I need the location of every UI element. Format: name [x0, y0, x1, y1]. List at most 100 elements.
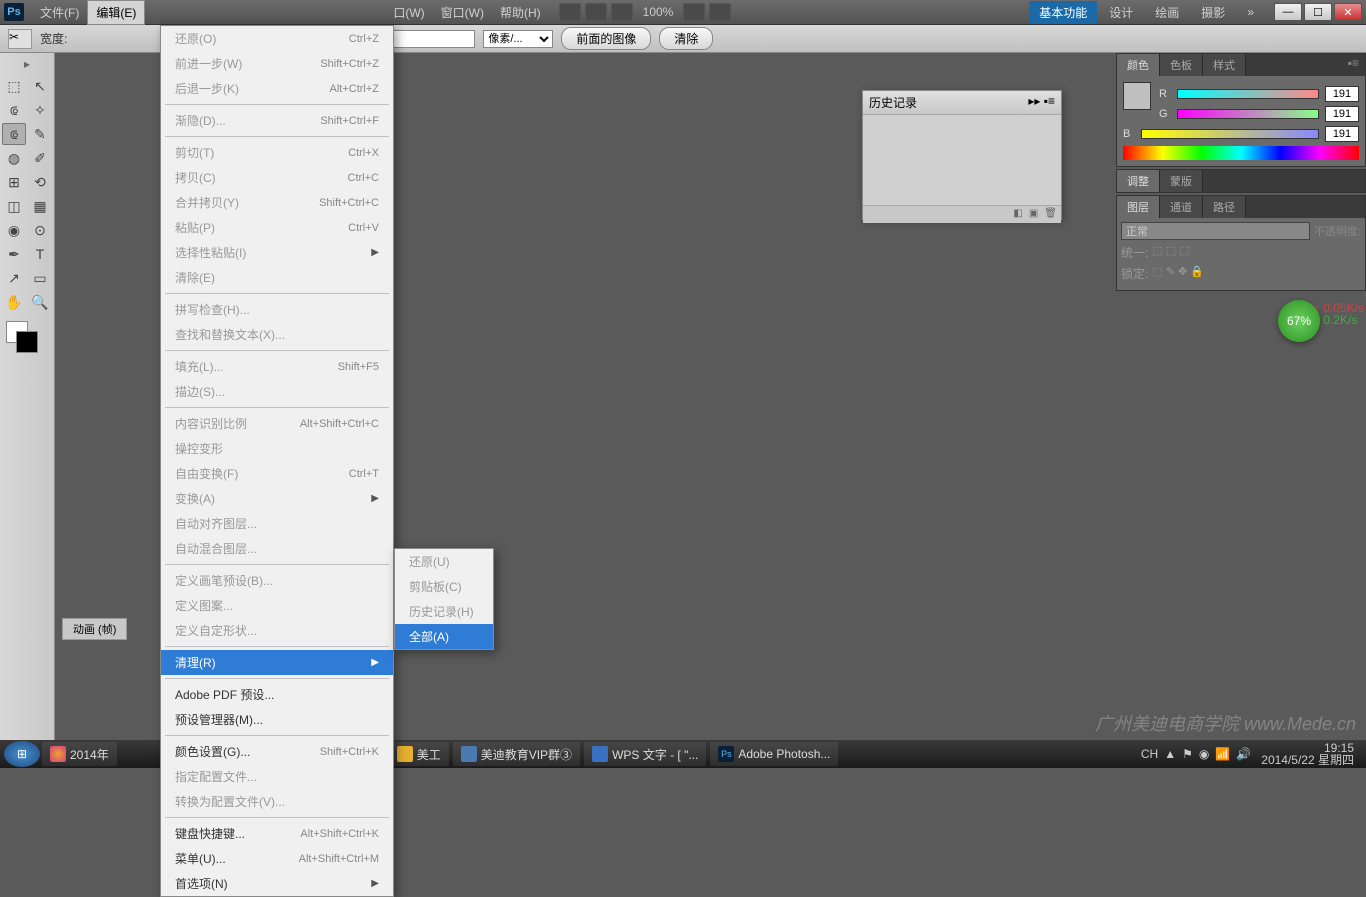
front-image-button[interactable]: 前面的图像	[561, 27, 651, 50]
menu-item[interactable]: 转换为配置文件(V)...	[161, 789, 393, 814]
stamp-tool[interactable]: ⊞	[2, 171, 26, 193]
wand-tool[interactable]: ✧	[28, 99, 52, 121]
history-panel[interactable]: 历史记录▸▸ ▪≡ ◧ ▣ 🗑	[862, 90, 1062, 220]
menu-item[interactable]: 渐隐(D)...Shift+Ctrl+F	[161, 108, 393, 133]
close-button[interactable]: ✕	[1334, 3, 1362, 21]
menu-item[interactable]: 首选项(N)▶	[161, 871, 393, 896]
pen-tool[interactable]: ✒	[2, 243, 26, 265]
animation-tab[interactable]: 动画 (帧)	[62, 618, 127, 640]
channels-tab[interactable]: 通道	[1160, 196, 1203, 218]
spectrum-bar[interactable]	[1123, 146, 1359, 160]
history-list[interactable]	[863, 115, 1061, 205]
swatches-tab[interactable]: 色板	[1160, 54, 1203, 76]
menu-item[interactable]: 内容识别比例Alt+Shift+Ctrl+C	[161, 411, 393, 436]
styles-tab[interactable]: 样式	[1203, 54, 1246, 76]
tray-icon-4[interactable]: 📶	[1215, 747, 1230, 761]
unit-select[interactable]: 像素/...	[483, 30, 553, 48]
ws-photo[interactable]: 摄影	[1191, 1, 1235, 24]
history-tab[interactable]: 历史记录▸▸ ▪≡	[863, 91, 1061, 115]
menu-item[interactable]: 查找和替换文本(X)...	[161, 322, 393, 347]
color-preview[interactable]	[1123, 82, 1151, 110]
new-snapshot-icon[interactable]: ◧	[1013, 208, 1022, 221]
submenu-item[interactable]: 历史记录(H)	[395, 599, 493, 624]
maximize-button[interactable]: ☐	[1304, 3, 1332, 21]
menu-file[interactable]: 文件(F)	[32, 1, 87, 24]
menu-item[interactable]: 预设管理器(M)...	[161, 707, 393, 732]
tray-icon-3[interactable]: ◉	[1199, 747, 1209, 761]
eraser-tool[interactable]: ◫	[2, 195, 26, 217]
task-2[interactable]: 美工	[389, 742, 449, 766]
menu-item[interactable]: 后退一步(K)Alt+Ctrl+Z	[161, 76, 393, 101]
task-3[interactable]: 美迪教育VIP群③	[453, 742, 580, 766]
blend-mode-select[interactable]: 正常	[1121, 222, 1310, 240]
ws-essentials[interactable]: 基本功能	[1029, 1, 1097, 24]
menu-item[interactable]: 键盘快捷键...Alt+Shift+Ctrl+K	[161, 821, 393, 846]
menu-item[interactable]: 拼写检查(H)...	[161, 297, 393, 322]
tray-icon-2[interactable]: ⚑	[1182, 747, 1193, 761]
menu-item[interactable]: 操控变形	[161, 436, 393, 461]
menu-item[interactable]: 选择性粘贴(I)▶	[161, 240, 393, 265]
menu-item[interactable]: 自由变换(F)Ctrl+T	[161, 461, 393, 486]
r-slider[interactable]	[1177, 89, 1319, 99]
menu-item[interactable]: 拷贝(C)Ctrl+C	[161, 165, 393, 190]
zoom-level[interactable]: 100%	[643, 5, 674, 19]
minimize-button[interactable]: —	[1274, 3, 1302, 21]
zoom-tool[interactable]: 🔍	[28, 291, 52, 313]
submenu-item[interactable]: 还原(U)	[395, 549, 493, 574]
menu-item[interactable]: 剪切(T)Ctrl+X	[161, 140, 393, 165]
ws-more[interactable]: »	[1237, 2, 1264, 22]
layers-tab[interactable]: 图层	[1117, 196, 1160, 218]
clock[interactable]: 19:152014/5/22 星期四	[1261, 742, 1354, 766]
menu-item[interactable]: 菜单(U)...Alt+Shift+Ctrl+M	[161, 846, 393, 871]
submenu-item[interactable]: 全部(A)	[395, 624, 493, 649]
menu-edit[interactable]: 编辑(E)	[87, 0, 145, 25]
task-5[interactable]: PsAdobe Photosh...	[710, 742, 838, 766]
system-tray[interactable]: CH ▲ ⚑ ◉ 📶 🔊 19:152014/5/22 星期四	[1133, 742, 1362, 766]
task-4[interactable]: WPS 文字 - [ "...	[584, 742, 706, 766]
color-tab[interactable]: 颜色	[1117, 54, 1160, 76]
menu-item[interactable]: 变换(A)▶	[161, 486, 393, 511]
clear-button[interactable]: 清除	[659, 27, 713, 50]
menu-item[interactable]: 清理(R)▶	[161, 650, 393, 675]
menu-item[interactable]: Adobe PDF 预设...	[161, 682, 393, 707]
menu-window[interactable]: 窗口(W)	[433, 1, 492, 24]
marquee-tool[interactable]: ↖	[28, 75, 52, 97]
menu-item[interactable]: 自动对齐图层...	[161, 511, 393, 536]
new-state-icon[interactable]: ▣	[1029, 208, 1038, 221]
menu-item[interactable]: 定义自定形状...	[161, 618, 393, 643]
lasso-tool[interactable]: ⟃	[2, 99, 26, 121]
ime-indicator[interactable]: CH	[1141, 747, 1158, 761]
crop-tool[interactable]: ⟃	[2, 123, 26, 145]
bridge-icon[interactable]	[559, 3, 581, 21]
menu-hidden1[interactable]: 口(W)	[385, 1, 432, 24]
menu-item[interactable]: 清除(E)	[161, 265, 393, 290]
menu-item[interactable]: 定义图案...	[161, 593, 393, 618]
heal-tool[interactable]: ◍	[2, 147, 26, 169]
crop-tool-indicator[interactable]: ✂	[8, 29, 32, 49]
g-value[interactable]	[1325, 106, 1359, 122]
background-swatch[interactable]	[16, 331, 38, 353]
screenmode-icon[interactable]	[709, 3, 731, 21]
ws-painting[interactable]: 绘画	[1145, 1, 1189, 24]
brush-tool[interactable]: ✐	[28, 147, 52, 169]
ws-design[interactable]: 设计	[1099, 1, 1143, 24]
menu-item[interactable]: 合并拷贝(Y)Shift+Ctrl+C	[161, 190, 393, 215]
arrange-icon[interactable]	[683, 3, 705, 21]
r-value[interactable]	[1325, 86, 1359, 102]
delete-state-icon[interactable]: 🗑	[1044, 208, 1057, 221]
tray-icon-5[interactable]: 🔊	[1236, 747, 1251, 761]
submenu-item[interactable]: 剪贴板(C)	[395, 574, 493, 599]
dodge-tool[interactable]: ⊙	[28, 219, 52, 241]
minibridge-icon[interactable]	[585, 3, 607, 21]
shape-tool[interactable]: ▭	[28, 267, 52, 289]
eyedropper-tool[interactable]: ✎	[28, 123, 52, 145]
b-value[interactable]	[1325, 126, 1359, 142]
history-brush-tool[interactable]: ⟲	[28, 171, 52, 193]
task-1[interactable]: 2014年	[42, 742, 117, 766]
viewextras-icon[interactable]	[611, 3, 633, 21]
paths-tab[interactable]: 路径	[1203, 196, 1246, 218]
path-tool[interactable]: ↗	[2, 267, 26, 289]
adjustments-tab[interactable]: 调整	[1117, 170, 1160, 192]
menu-item[interactable]: 粘贴(P)Ctrl+V	[161, 215, 393, 240]
menu-item[interactable]: 颜色设置(G)...Shift+Ctrl+K	[161, 739, 393, 764]
